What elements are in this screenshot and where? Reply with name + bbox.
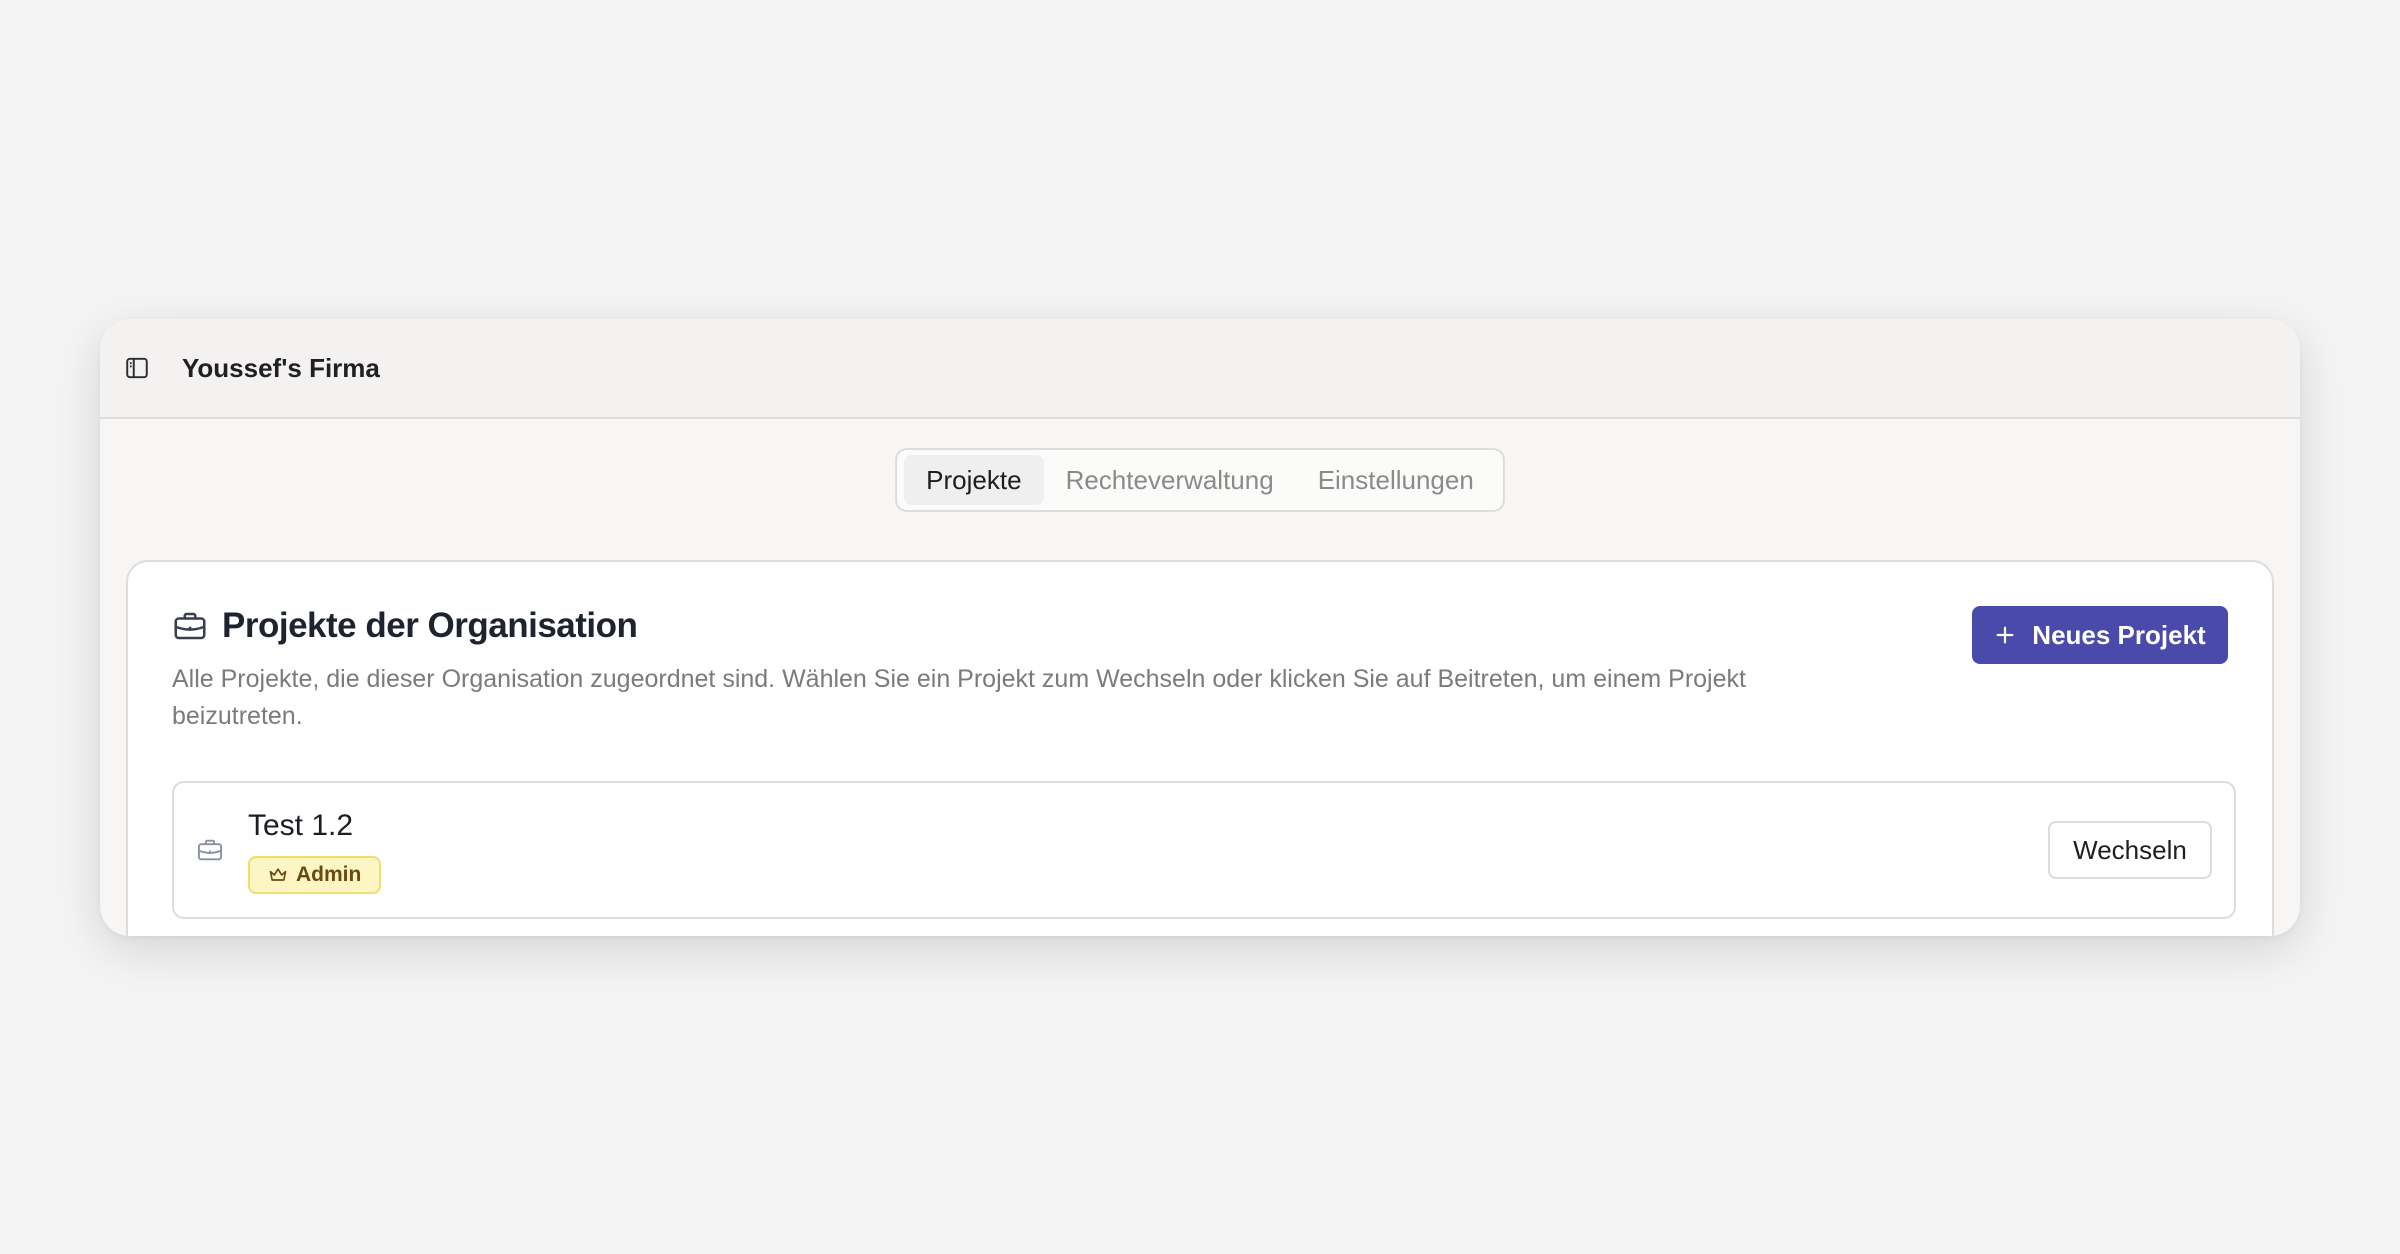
plus-icon <box>1994 624 2016 646</box>
card-header: Projekte der Organisation <box>172 606 638 646</box>
card-title: Projekte der Organisation <box>222 606 638 645</box>
tab-projekte[interactable]: Projekte <box>904 455 1044 505</box>
organization-name: Youssef's Firma <box>182 352 380 383</box>
project-name: Test 1.2 <box>248 809 354 842</box>
sidebar-toggle-icon[interactable] <box>122 353 152 383</box>
crown-icon <box>268 865 288 885</box>
new-project-label: Neues Projekt <box>2032 619 2206 650</box>
card-description: Alle Projekte, die dieser Organisation z… <box>172 665 1746 730</box>
role-badge-admin: Admin <box>248 856 382 894</box>
tab-bar: Projekte Rechteverwaltung Einstellungen <box>895 448 1505 512</box>
switch-project-button[interactable]: Wechseln <box>2048 821 2212 879</box>
tab-rechteverwaltung[interactable]: Rechteverwaltung <box>1044 455 1296 505</box>
projects-card: Projekte der Organisation Alle Projekte,… <box>126 560 2274 936</box>
top-bar: Youssef's Firma <box>100 319 2300 419</box>
tab-einstellungen[interactable]: Einstellungen <box>1296 455 1496 505</box>
project-list-item: Test 1.2 Admin Wechseln <box>172 781 2236 919</box>
tab-bar-wrapper: Projekte Rechteverwaltung Einstellungen <box>100 448 2300 512</box>
role-badge-label: Admin <box>296 863 362 886</box>
briefcase-icon <box>172 608 208 644</box>
briefcase-icon <box>196 836 224 864</box>
new-project-button[interactable]: Neues Projekt <box>1972 606 2228 664</box>
app-window: Youssef's Firma Projekte Rechteverwaltun… <box>100 319 2300 936</box>
